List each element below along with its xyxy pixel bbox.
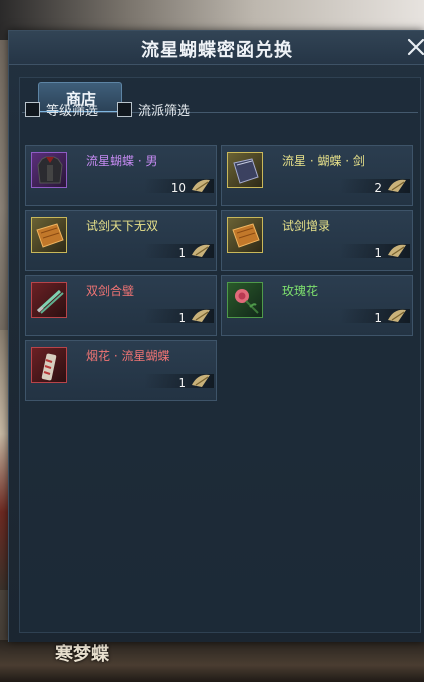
shop-item[interactable]: 试剑增录 1 bbox=[221, 210, 413, 271]
shop-item[interactable]: 烟花 · 流星蝴蝶 1 bbox=[25, 340, 217, 401]
title-bar: 流星蝴蝶密函兑换 bbox=[9, 31, 424, 65]
level-filter[interactable]: 等级筛选 bbox=[25, 100, 99, 119]
item-price: 1 bbox=[178, 376, 186, 390]
shop-item[interactable]: 双剑合璧 1 bbox=[25, 275, 217, 336]
school-filter-checkbox[interactable] bbox=[117, 101, 132, 117]
close-icon bbox=[407, 38, 424, 56]
shop-item[interactable]: 流星 · 蝴蝶 · 剑 2 bbox=[221, 145, 413, 206]
close-button[interactable] bbox=[405, 34, 424, 60]
item-name: 流星蝴蝶 · 男 bbox=[86, 154, 158, 168]
item-name: 玫瑰花 bbox=[282, 284, 319, 298]
shop-item[interactable]: 试剑天下无双 1 bbox=[25, 210, 217, 271]
letter-token-icon bbox=[192, 309, 210, 322]
level-filter-checkbox[interactable] bbox=[25, 101, 40, 117]
item-price: 2 bbox=[374, 181, 382, 195]
level-filter-label: 等级筛选 bbox=[46, 103, 99, 119]
window-title: 流星蝴蝶密函兑换 bbox=[141, 40, 293, 61]
item-price: 1 bbox=[374, 311, 382, 325]
letter-token-icon bbox=[388, 244, 406, 257]
twin-swords-icon bbox=[31, 282, 67, 318]
item-price: 1 bbox=[178, 246, 186, 260]
item-name: 流星 · 蝴蝶 · 剑 bbox=[282, 154, 365, 168]
shop-item[interactable]: 流星蝴蝶 · 男 10 bbox=[25, 145, 217, 206]
letter-token-icon bbox=[192, 179, 210, 192]
book-icon bbox=[227, 152, 263, 188]
exchange-window: 流星蝴蝶密函兑换 商店 等级筛选 流派筛选 流星蝴蝶 · 男 10 流星 · 蝴… bbox=[8, 30, 424, 642]
armor-icon bbox=[31, 152, 67, 188]
school-filter[interactable]: 流派筛选 bbox=[117, 100, 191, 119]
letter-token-icon bbox=[388, 179, 406, 192]
item-name: 烟花 · 流星蝴蝶 bbox=[86, 349, 170, 363]
scroll-book-icon bbox=[227, 217, 263, 253]
item-name: 试剑天下无双 bbox=[86, 219, 159, 233]
rose-icon bbox=[227, 282, 263, 318]
item-price: 10 bbox=[170, 181, 186, 195]
letter-token-icon bbox=[192, 244, 210, 257]
item-price: 1 bbox=[374, 246, 382, 260]
letter-token-icon bbox=[192, 374, 210, 387]
letter-token-icon bbox=[388, 309, 406, 322]
firework-icon bbox=[31, 347, 67, 383]
school-filter-label: 流派筛选 bbox=[138, 103, 191, 119]
background-caption: 寒梦蝶 bbox=[55, 644, 109, 665]
item-price: 1 bbox=[178, 311, 186, 325]
shop-item[interactable]: 玫瑰花 1 bbox=[221, 275, 413, 336]
item-name: 试剑增录 bbox=[282, 219, 331, 233]
item-name: 双剑合璧 bbox=[86, 284, 135, 298]
scroll-book-icon bbox=[31, 217, 67, 253]
